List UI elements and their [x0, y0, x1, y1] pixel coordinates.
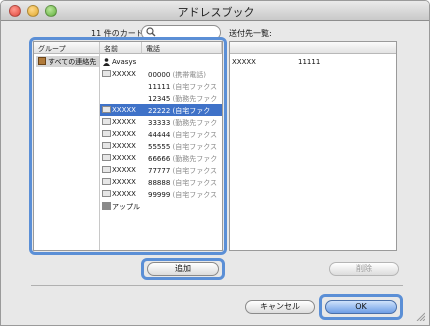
add-button[interactable]: 追加 — [147, 262, 219, 276]
contacts-highlight — [29, 37, 227, 255]
recipient-row[interactable]: XXXXX 11111 — [230, 56, 396, 68]
address-book-window: アドレスブック 11 件のカード グループ 名前 電話 すべての連絡先 Avas… — [0, 0, 430, 326]
recipients-label: 送付先一覧: — [229, 29, 272, 38]
recipients-pane: XXXXX 11111 — [229, 41, 397, 251]
delete-button[interactable]: 削除 — [329, 262, 399, 276]
window-title: アドレスブック — [177, 6, 255, 19]
recipient-number: 11111 — [298, 58, 321, 66]
resize-grip-icon[interactable] — [415, 311, 425, 321]
separator — [31, 285, 403, 286]
recipient-name: XXXXX — [232, 58, 256, 66]
title-bar: アドレスブック — [1, 1, 429, 21]
search-icon — [146, 27, 156, 37]
cancel-button[interactable]: キャンセル — [245, 300, 315, 314]
recipients-header — [230, 42, 396, 54]
ok-button[interactable]: OK — [325, 300, 397, 314]
